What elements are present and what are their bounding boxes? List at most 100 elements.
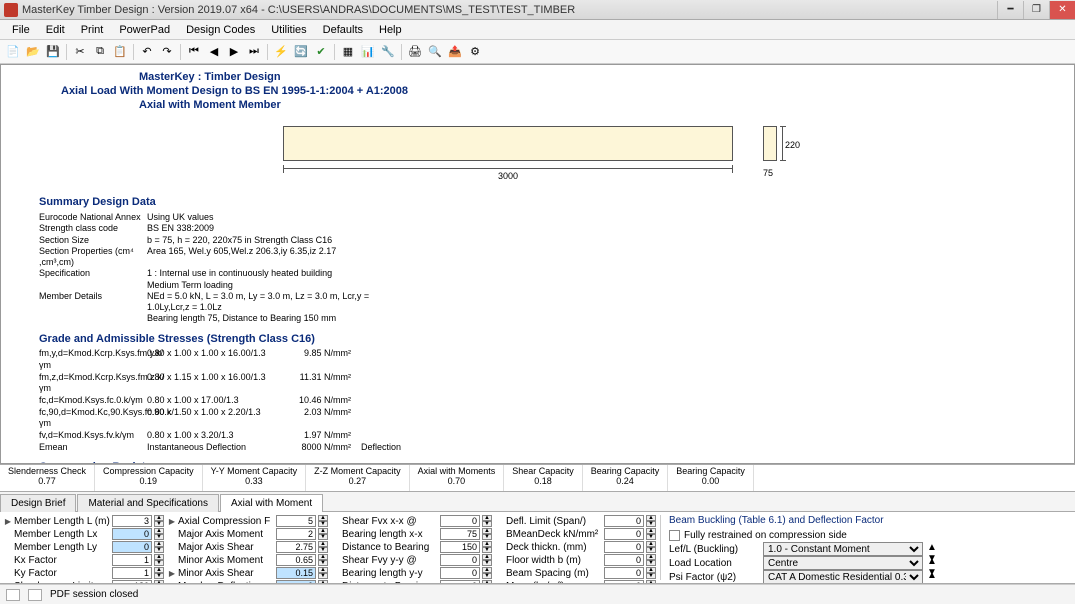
prev-icon[interactable]: ◀: [205, 43, 223, 61]
tab-axial-moment[interactable]: Axial with Moment: [220, 494, 323, 512]
menu-print[interactable]: Print: [73, 22, 112, 38]
menu-defaults[interactable]: Defaults: [315, 22, 371, 38]
spinner[interactable]: ▲▼: [318, 528, 328, 540]
rb-select[interactable]: Centre: [763, 556, 923, 570]
spinner[interactable]: ▲▼: [646, 541, 656, 553]
save-icon[interactable]: 💾: [44, 43, 62, 61]
field-input[interactable]: [276, 528, 316, 540]
menu-design-codes[interactable]: Design Codes: [178, 22, 263, 38]
spin-down-icon[interactable]: ▼: [482, 521, 492, 527]
spin-down-icon[interactable]: ▼: [482, 534, 492, 540]
field-input[interactable]: [604, 567, 644, 579]
field-input[interactable]: [276, 567, 316, 579]
field-input[interactable]: [440, 515, 480, 527]
refresh-icon[interactable]: 🔄: [292, 43, 310, 61]
redo-icon[interactable]: ↷: [158, 43, 176, 61]
menu-edit[interactable]: Edit: [38, 22, 73, 38]
restrained-checkbox[interactable]: [669, 530, 680, 541]
menu-file[interactable]: File: [4, 22, 38, 38]
spinner[interactable]: ▲▼: [318, 515, 328, 527]
field-input[interactable]: [112, 567, 152, 579]
spinner[interactable]: ▲▼: [154, 541, 164, 553]
field-input[interactable]: [440, 567, 480, 579]
field-input[interactable]: [112, 515, 152, 527]
maximize-button[interactable]: ❐: [1023, 1, 1049, 19]
spinner[interactable]: ▲▼: [482, 567, 492, 579]
spinner[interactable]: ▲▼: [154, 515, 164, 527]
spinner[interactable]: ▲▼: [482, 541, 492, 553]
field-input[interactable]: [276, 515, 316, 527]
tool-icon[interactable]: 🔧: [379, 43, 397, 61]
calc-icon[interactable]: ⚡: [272, 43, 290, 61]
spin-down-icon[interactable]: ▼: [646, 573, 656, 579]
spin-down-icon[interactable]: ▼: [646, 547, 656, 553]
spinner[interactable]: ▲▼: [646, 528, 656, 540]
status-icon-2[interactable]: [28, 589, 42, 601]
field-input[interactable]: [604, 554, 644, 566]
spin-down-icon[interactable]: ▼: [318, 521, 328, 527]
field-input[interactable]: [440, 554, 480, 566]
first-icon[interactable]: ⏮: [185, 43, 203, 61]
spin-down-icon[interactable]: ▼: [154, 547, 164, 553]
spin-down-icon[interactable]: ▼: [154, 573, 164, 579]
spin-up-icon[interactable]: ▲: [927, 556, 937, 567]
field-input[interactable]: [112, 528, 152, 540]
spinner[interactable]: ▲▼: [646, 515, 656, 527]
settings-icon[interactable]: ⚙: [466, 43, 484, 61]
spinner[interactable]: ▲▼: [154, 567, 164, 579]
new-icon[interactable]: 📄: [4, 43, 22, 61]
rb-select[interactable]: CAT A Domestic Residential 0.3: [763, 570, 923, 584]
tab-material[interactable]: Material and Specifications: [77, 494, 219, 512]
menu-powerpad[interactable]: PowerPad: [111, 22, 178, 38]
spin-up-icon[interactable]: ▲: [927, 570, 937, 581]
spinner[interactable]: ▲▼: [482, 528, 492, 540]
spin-down-icon[interactable]: ▼: [318, 573, 328, 579]
field-input[interactable]: [276, 541, 316, 553]
spinner[interactable]: ▲▼: [482, 515, 492, 527]
spinner[interactable]: ▲▼: [154, 528, 164, 540]
field-input[interactable]: [604, 528, 644, 540]
status-icon-1[interactable]: [6, 589, 20, 601]
close-button[interactable]: ✕: [1049, 1, 1075, 19]
spin-down-icon[interactable]: ▼: [318, 547, 328, 553]
spin-down-icon[interactable]: ▼: [154, 521, 164, 527]
spin-down-icon[interactable]: ▼: [154, 560, 164, 566]
chart-icon[interactable]: 📊: [359, 43, 377, 61]
spinner[interactable]: ▲▼: [318, 541, 328, 553]
field-input[interactable]: [276, 554, 316, 566]
paste-icon[interactable]: 📋: [111, 43, 129, 61]
spinner[interactable]: ▲▼: [646, 554, 656, 566]
tab-design-brief[interactable]: Design Brief: [0, 494, 76, 512]
print-icon[interactable]: 🖨: [406, 43, 424, 61]
spin-down-icon[interactable]: ▼: [482, 573, 492, 579]
field-input[interactable]: [112, 554, 152, 566]
last-icon[interactable]: ⏭: [245, 43, 263, 61]
spinner[interactable]: ▲▼: [482, 554, 492, 566]
spin-down-icon[interactable]: ▼: [482, 560, 492, 566]
spin-down-icon[interactable]: ▼: [318, 534, 328, 540]
menu-help[interactable]: Help: [371, 22, 410, 38]
spin-down-icon[interactable]: ▼: [646, 534, 656, 540]
spin-down-icon[interactable]: ▼: [646, 521, 656, 527]
grid-icon[interactable]: ▦: [339, 43, 357, 61]
menu-utilities[interactable]: Utilities: [263, 22, 314, 38]
copy-icon[interactable]: ⧉: [91, 43, 109, 61]
spin-down-icon[interactable]: ▼: [646, 560, 656, 566]
next-icon[interactable]: ▶: [225, 43, 243, 61]
spinner[interactable]: ▲▼: [318, 567, 328, 579]
spin-down-icon[interactable]: ▼: [318, 560, 328, 566]
minimize-button[interactable]: ━: [997, 1, 1023, 19]
spinner[interactable]: ▲▼: [646, 567, 656, 579]
export-icon[interactable]: 📤: [446, 43, 464, 61]
spin-down-icon[interactable]: ▼: [154, 534, 164, 540]
preview-icon[interactable]: 🔍: [426, 43, 444, 61]
undo-icon[interactable]: ↶: [138, 43, 156, 61]
field-input[interactable]: [604, 515, 644, 527]
field-input[interactable]: [440, 528, 480, 540]
rb-select[interactable]: 1.0 - Constant Moment: [763, 542, 923, 556]
spin-down-icon[interactable]: ▼: [482, 547, 492, 553]
open-icon[interactable]: 📂: [24, 43, 42, 61]
spin-up-icon[interactable]: ▲: [927, 542, 937, 553]
spinner[interactable]: ▲▼: [318, 554, 328, 566]
spinner[interactable]: ▲▼: [154, 554, 164, 566]
